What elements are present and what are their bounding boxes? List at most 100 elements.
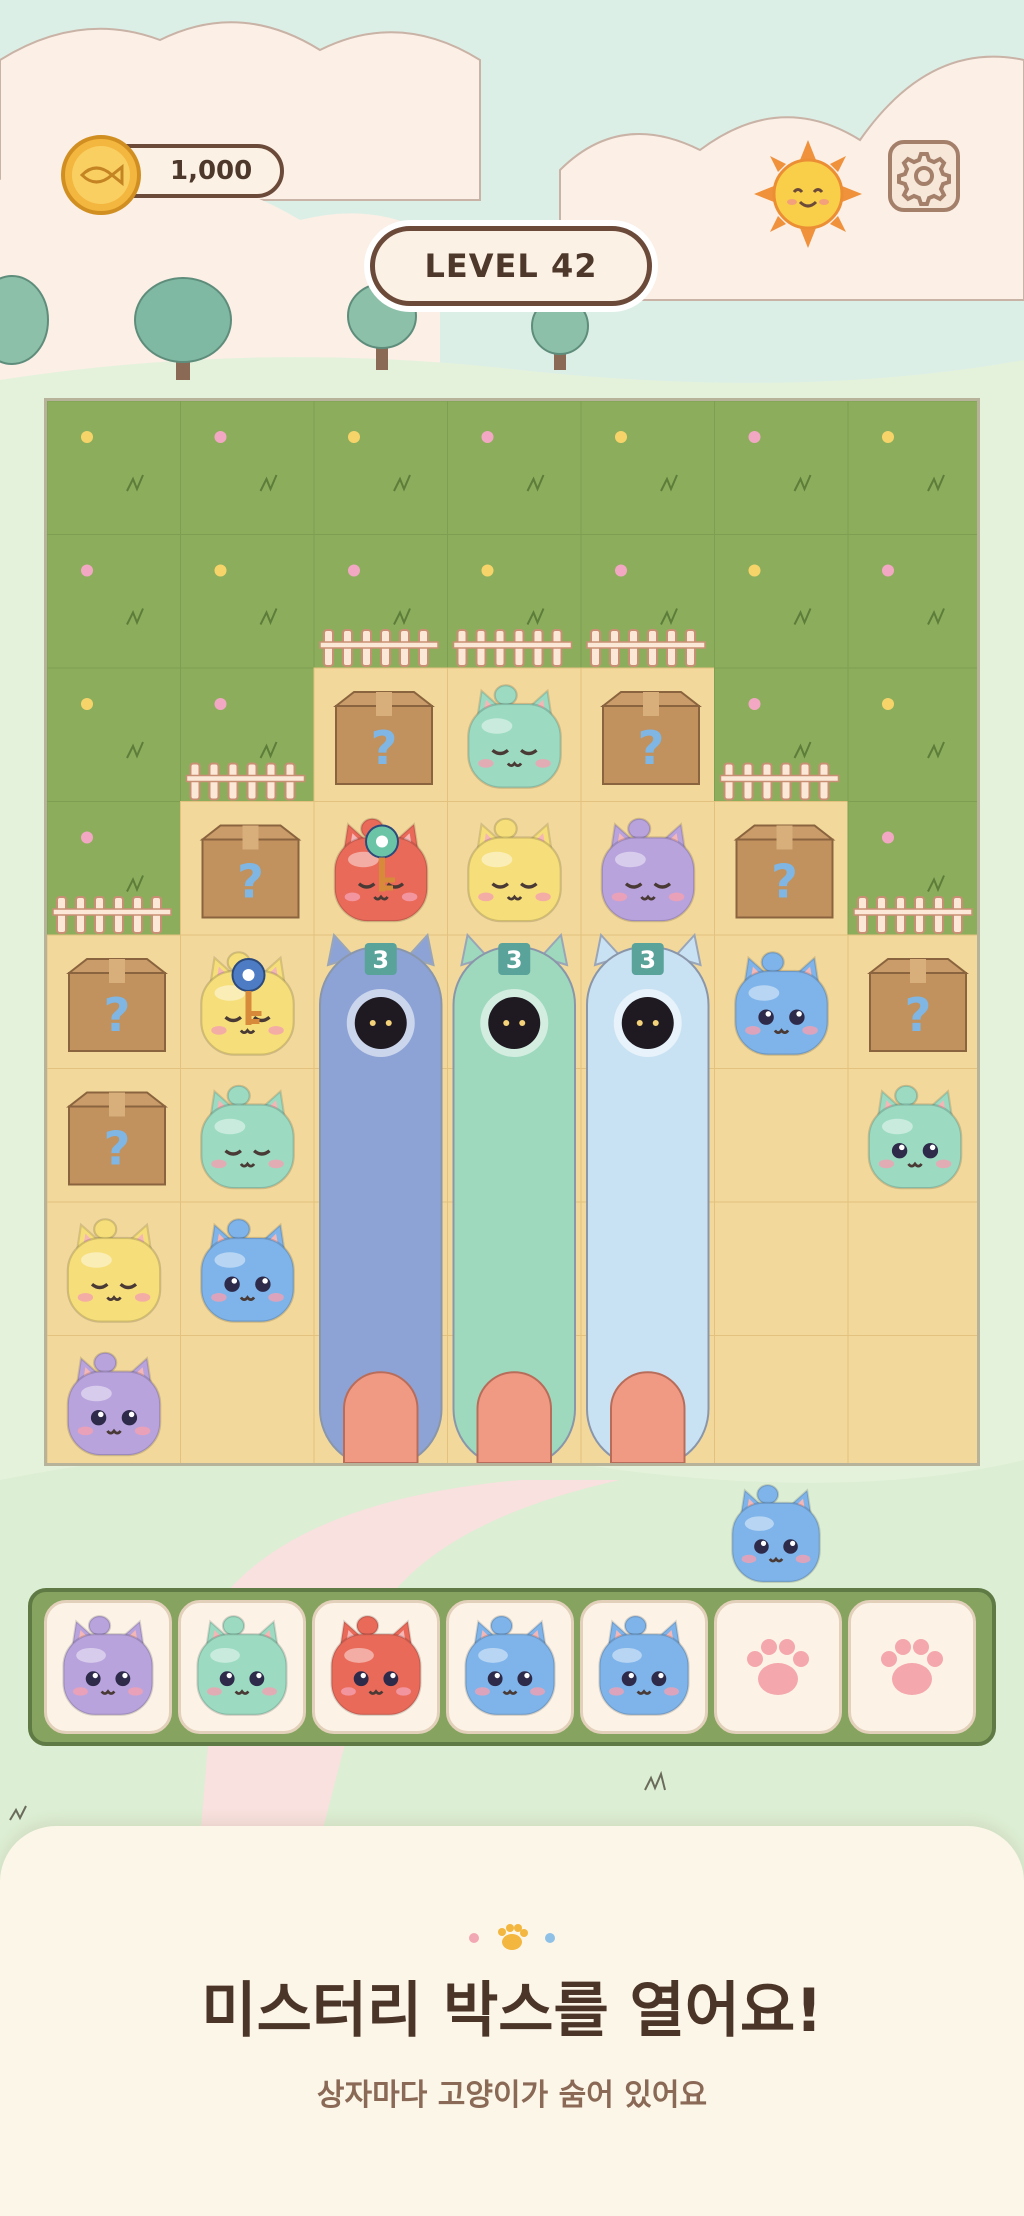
flower-icon bbox=[481, 564, 494, 577]
grass-tile bbox=[847, 667, 977, 802]
paw-icon bbox=[747, 1639, 809, 1695]
cat-piece[interactable] bbox=[200, 1084, 295, 1190]
question-mark-icon: ? bbox=[104, 1122, 131, 1176]
flower-icon bbox=[81, 431, 93, 443]
mystery-box[interactable]: ? bbox=[199, 824, 302, 919]
flower-icon bbox=[882, 831, 894, 844]
slot-cat bbox=[196, 1615, 288, 1716]
flower-icon bbox=[748, 698, 761, 710]
flower-icon bbox=[882, 431, 894, 443]
tunnel-count: 3 bbox=[372, 946, 389, 974]
gear-icon bbox=[897, 152, 951, 206]
grass-tile bbox=[847, 534, 977, 669]
tray-slot-cat[interactable] bbox=[44, 1600, 172, 1734]
level-label: LEVEL 42 bbox=[370, 226, 652, 306]
flower-icon bbox=[81, 564, 93, 577]
cat-piece[interactable] bbox=[200, 1218, 295, 1323]
flower-icon bbox=[81, 698, 93, 710]
tray-cat[interactable] bbox=[464, 1615, 556, 1716]
cat-piece[interactable] bbox=[467, 817, 562, 923]
tunnel-door bbox=[610, 1371, 686, 1463]
question-mark-icon: ? bbox=[237, 855, 264, 909]
flower-icon bbox=[882, 564, 894, 577]
incoming-cat-piece[interactable] bbox=[731, 1484, 821, 1583]
cat-piece[interactable] bbox=[734, 951, 829, 1056]
grass-tile bbox=[447, 401, 582, 535]
cat-piece[interactable] bbox=[66, 1351, 162, 1457]
grass-tile bbox=[580, 401, 715, 535]
sand-tile bbox=[714, 1068, 849, 1203]
cat-piece[interactable] bbox=[467, 684, 562, 789]
coin-value: 1,000 bbox=[170, 156, 253, 186]
cat-tunnel[interactable]: 3 bbox=[452, 932, 576, 1466]
grass-tile bbox=[47, 401, 181, 535]
tray-cat[interactable] bbox=[62, 1615, 154, 1716]
flower-icon bbox=[481, 431, 494, 443]
tray-slot-empty[interactable] bbox=[848, 1600, 976, 1734]
slot-cat bbox=[464, 1615, 556, 1716]
flower-icon bbox=[615, 564, 627, 577]
grass-tile bbox=[180, 401, 315, 535]
grass-tile bbox=[714, 534, 849, 669]
tray-slot-empty[interactable] bbox=[714, 1600, 842, 1734]
sand-tile bbox=[714, 1335, 849, 1463]
tray-slot-cat[interactable] bbox=[580, 1600, 708, 1734]
panel-title: 미스터리 박스를 열어요! bbox=[201, 1976, 823, 2046]
sand-tile bbox=[847, 1201, 977, 1336]
tray-slot-cat[interactable] bbox=[178, 1600, 306, 1734]
flower-icon bbox=[748, 431, 761, 443]
grass-tile bbox=[847, 401, 977, 535]
flower-icon bbox=[348, 564, 360, 577]
grass-tile bbox=[714, 401, 849, 535]
question-mark-icon: ? bbox=[638, 721, 665, 775]
panel-subtitle: 상자마다 고양이가 숨어 있어요 bbox=[316, 2078, 708, 2113]
flower-icon bbox=[214, 431, 227, 443]
mystery-box[interactable]: ? bbox=[867, 958, 969, 1052]
tray-cat[interactable] bbox=[196, 1615, 288, 1716]
incoming-cat[interactable] bbox=[724, 1466, 828, 1596]
slot-cat bbox=[62, 1615, 154, 1716]
paw-icon bbox=[881, 1639, 943, 1695]
cat-piece[interactable] bbox=[600, 817, 696, 923]
mystery-box[interactable]: ? bbox=[333, 691, 435, 785]
question-mark-icon: ? bbox=[771, 855, 798, 909]
question-mark-icon: ? bbox=[371, 721, 398, 775]
cat-tunnel[interactable]: 3 bbox=[586, 932, 710, 1466]
slot-cat bbox=[330, 1615, 422, 1716]
tray-cat[interactable] bbox=[330, 1615, 422, 1716]
board-grid: 3 3 3??????? bbox=[47, 401, 977, 1466]
flower-icon bbox=[748, 564, 761, 577]
cat-piece[interactable] bbox=[66, 1218, 162, 1323]
flower-icon bbox=[882, 698, 894, 710]
tunnel-door bbox=[476, 1371, 552, 1463]
sand-tile bbox=[714, 1201, 849, 1336]
flower-icon bbox=[348, 431, 360, 443]
mystery-box[interactable]: ? bbox=[66, 958, 168, 1052]
sand-tile bbox=[847, 1335, 977, 1463]
question-mark-icon: ? bbox=[104, 988, 131, 1042]
sand-tile bbox=[180, 1335, 315, 1463]
grass-tile bbox=[47, 534, 181, 669]
flower-icon bbox=[214, 698, 227, 710]
cat-tunnel[interactable]: 3 bbox=[319, 932, 443, 1466]
cat-piece[interactable] bbox=[867, 1084, 963, 1190]
tray-slot-cat[interactable] bbox=[312, 1600, 440, 1734]
question-mark-icon: ? bbox=[905, 988, 932, 1042]
grass-tile bbox=[47, 667, 181, 802]
slot-cat bbox=[598, 1615, 690, 1716]
tunnel-door bbox=[343, 1371, 419, 1463]
fish-coin-icon bbox=[61, 135, 141, 215]
settings-button[interactable] bbox=[888, 140, 960, 212]
sun-icon bbox=[754, 140, 862, 248]
flower-icon bbox=[214, 564, 227, 577]
grass-tile bbox=[313, 401, 448, 535]
flower-icon bbox=[615, 431, 627, 443]
tunnel-count: 3 bbox=[506, 946, 523, 974]
tray-slot-cat[interactable] bbox=[446, 1600, 574, 1734]
mystery-box[interactable]: ? bbox=[733, 824, 836, 919]
grass-tile bbox=[180, 534, 315, 669]
tray-cat[interactable] bbox=[598, 1615, 690, 1716]
mystery-box[interactable]: ? bbox=[600, 691, 702, 785]
mystery-box[interactable]: ? bbox=[66, 1091, 168, 1186]
game-board: 3 3 3??????? bbox=[44, 398, 980, 1466]
